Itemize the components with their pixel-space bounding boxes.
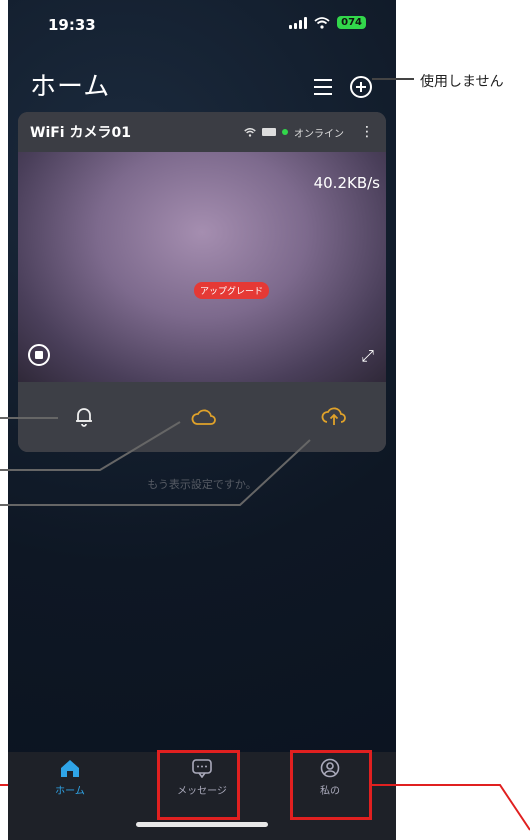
battery-indicator: 074: [337, 16, 366, 29]
status-bar: 19:33 074: [8, 0, 396, 48]
phone-screen: 19:33 074 ホーム WiFi カメラ01 オンライン ⋮ 40.2KB/…: [8, 0, 396, 840]
home-icon: [61, 760, 79, 777]
stop-button[interactable]: [28, 344, 50, 366]
highlight-box-profile: [290, 750, 372, 820]
camera-card-header: WiFi カメラ01 オンライン ⋮: [18, 112, 386, 152]
video-preview[interactable]: 40.2KB/s ⤢: [18, 152, 386, 382]
cloud-upload-icon[interactable]: [320, 402, 348, 430]
app-header: ホーム: [8, 62, 396, 106]
wifi-icon: [314, 16, 330, 29]
fullscreen-icon[interactable]: ⤢: [361, 346, 374, 366]
tab-home-label: ホーム: [55, 786, 85, 797]
cloud-storage-icon[interactable]: [190, 402, 218, 430]
camera-status: オンライン ⋮: [244, 124, 374, 140]
tab-home[interactable]: ホーム: [30, 758, 110, 797]
online-status: オンライン: [294, 128, 344, 140]
notice-text: もう表示設定ですか。: [147, 478, 257, 491]
list-icon[interactable]: [310, 74, 336, 100]
highlight-box-messages: [157, 750, 240, 820]
camera-actions: [18, 382, 386, 452]
more-icon[interactable]: ⋮: [360, 124, 374, 140]
upgrade-badge: アップグレード: [194, 282, 270, 299]
page-title: ホーム: [30, 72, 111, 102]
status-icons: 074: [289, 16, 366, 29]
camera-name: WiFi カメラ01: [30, 125, 131, 141]
signal-icon: [289, 16, 308, 29]
online-dot-icon: [282, 129, 288, 135]
wifi-icon: [244, 127, 256, 137]
status-time: 19:33: [48, 16, 96, 34]
camera-battery-icon: [262, 128, 276, 136]
unused-callout-label: 使用しません: [420, 74, 504, 90]
add-circle-icon[interactable]: [348, 74, 374, 100]
bell-icon[interactable]: [70, 402, 98, 430]
home-indicator: [136, 822, 268, 827]
bitrate-readout: 40.2KB/s: [313, 174, 380, 192]
